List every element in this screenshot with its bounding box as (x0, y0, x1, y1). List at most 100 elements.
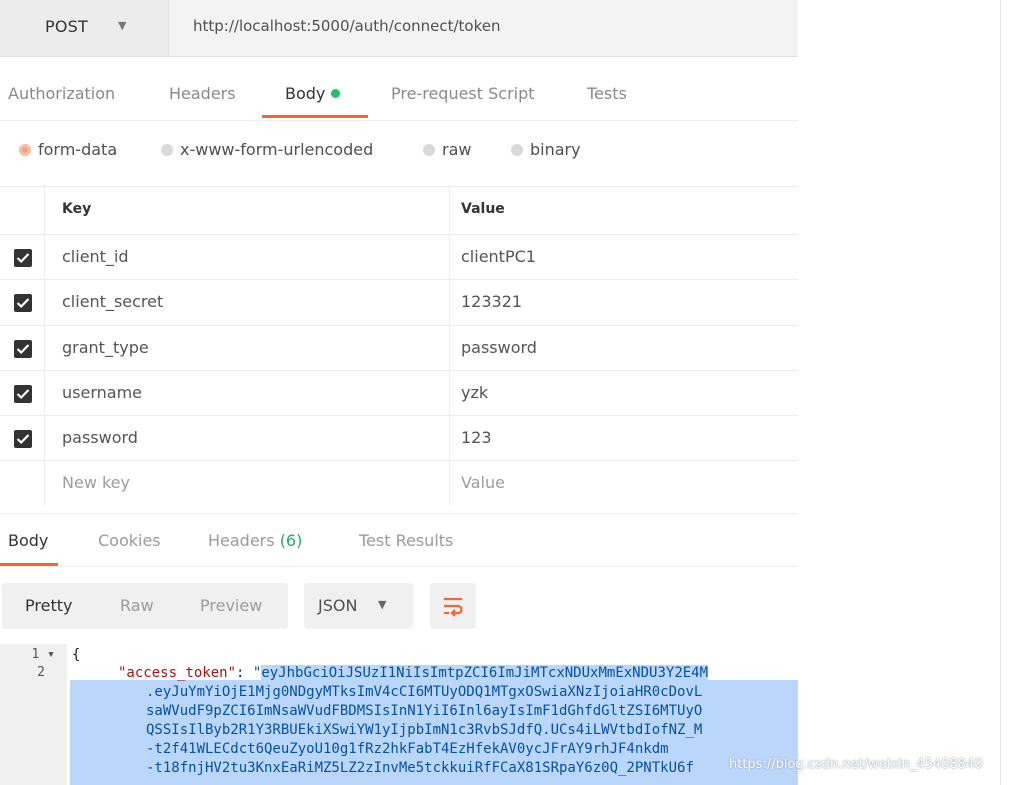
radio-selected-icon (19, 143, 31, 156)
new-key-placeholder: New key (62, 473, 130, 492)
key-text: password (62, 428, 138, 447)
body-type-selector: form-data x-www-form-urlencoded raw bina… (0, 136, 798, 170)
line-number: 1 ▾ (32, 647, 55, 662)
check-icon (16, 434, 30, 445)
value-cell[interactable]: clientPC1 (450, 235, 798, 280)
tab-cookies[interactable]: Cookies (98, 531, 161, 550)
line-number-2: 2 (37, 665, 45, 680)
radio-form-data[interactable]: form-data (19, 140, 117, 159)
radio-unselected-icon (511, 143, 523, 156)
key-cell[interactable]: client_secret (44, 280, 450, 325)
tab-body[interactable]: Body (285, 84, 341, 103)
radio-label: x-www-form-urlencoded (180, 140, 374, 159)
row-check-cell (0, 461, 45, 506)
tab-response-headers[interactable]: Headers (6) (208, 531, 302, 550)
header-value: Value (461, 201, 505, 217)
table-row: username yzk (0, 370, 798, 416)
tab-body-label: Body (285, 84, 326, 103)
view-pretty-button[interactable]: Pretty (25, 596, 72, 615)
postman-app: POST ▼ http://localhost:5000/auth/connec… (0, 0, 798, 785)
row-check-cell (0, 280, 45, 325)
key-cell[interactable]: username (44, 371, 450, 416)
tab-tests[interactable]: Tests (587, 84, 627, 103)
check-icon (16, 253, 30, 264)
json-string-continuation: QSSIsIlByb2R1Y3RBUEkiXSwiYW1yIjpbImN1c3R… (146, 722, 703, 738)
header-check-cell (0, 187, 45, 232)
key-text: grant_type (62, 338, 149, 357)
watermark-text: https://blog.csdn.net/weixin_45408840 (729, 757, 983, 772)
radio-unselected-icon (161, 143, 173, 156)
json-string-continuation: -t18fnjHV2tu3KnxEaRiMZ5LZ2zInvMe5tckkuiR… (146, 760, 694, 776)
empty-panel (798, 0, 1013, 785)
new-value-placeholder: Value (461, 473, 505, 492)
key-cell[interactable]: grant_type (44, 326, 450, 371)
view-mode-segmented: Pretty Raw Preview (2, 583, 288, 629)
caret-down-icon: ▼ (118, 19, 127, 32)
check-icon (16, 298, 30, 309)
wrap-lines-button[interactable] (430, 583, 476, 629)
request-url-bar: POST ▼ http://localhost:5000/auth/connec… (0, 0, 798, 57)
tab-authorization[interactable]: Authorization (8, 84, 115, 103)
key-text: username (62, 383, 142, 402)
row-check-cell (0, 235, 45, 280)
checkbox-checked[interactable] (14, 249, 32, 267)
tab-response-body[interactable]: Body (8, 531, 48, 550)
tab-test-results[interactable]: Test Results (359, 531, 453, 550)
url-input[interactable]: http://localhost:5000/auth/connect/token (193, 17, 501, 35)
radio-label: form-data (38, 140, 118, 159)
checkbox-checked[interactable] (14, 385, 32, 403)
line-number-gutter: 1 ▾ 2 (0, 644, 67, 785)
header-value-cell: Value (450, 187, 798, 232)
json-string-continuation: .eyJuYmYiOjE1Mjg0NDgyMTksImV4cCI6MTUyODQ… (146, 684, 703, 700)
tab-headers-label: Headers (208, 531, 275, 550)
response-body-viewer[interactable]: 1 ▾ 2 { "access_token": "eyJhbGciOiJSUzI… (0, 644, 798, 785)
method-dropdown[interactable]: POST ▼ (0, 0, 169, 56)
table-row: password 123 (0, 415, 798, 461)
view-preview-button[interactable]: Preview (200, 596, 262, 615)
checkbox-checked[interactable] (14, 294, 32, 312)
radio-label: raw (442, 140, 472, 159)
status-dot-icon (331, 89, 341, 98)
json-colon: : (236, 665, 253, 681)
key-cell[interactable]: password (44, 416, 450, 461)
radio-binary[interactable]: binary (511, 140, 581, 159)
value-cell[interactable]: yzk (450, 371, 798, 416)
radio-x-www-form-urlencoded[interactable]: x-www-form-urlencoded (161, 140, 373, 159)
radio-raw[interactable]: raw (423, 140, 471, 159)
new-value-input[interactable]: Value (450, 461, 798, 506)
tab-headers[interactable]: Headers (169, 84, 236, 103)
line-number-1: 1 (31, 647, 40, 662)
check-icon (16, 389, 30, 400)
format-dropdown[interactable]: JSON ▼ (304, 583, 413, 629)
method-label: POST (45, 17, 88, 36)
value-text: clientPC1 (461, 247, 536, 266)
json-open-brace: { (72, 647, 81, 663)
checkbox-checked[interactable] (14, 340, 32, 358)
value-text: 123321 (461, 292, 523, 311)
fold-marker-icon[interactable]: ▾ (47, 647, 55, 662)
json-key: "access_token" (118, 665, 237, 681)
value-cell[interactable]: 123 (450, 416, 798, 461)
value-cell[interactable]: 123321 (450, 280, 798, 325)
row-check-cell (0, 416, 45, 461)
format-label: JSON (318, 596, 358, 615)
radio-unselected-icon (423, 143, 435, 156)
active-tab-indicator (0, 563, 58, 566)
row-check-cell (0, 371, 45, 416)
key-cell[interactable]: client_id (44, 235, 450, 280)
new-key-input[interactable]: New key (44, 461, 450, 506)
value-text: password (461, 338, 537, 357)
new-param-row: New key Value (0, 460, 798, 506)
value-cell[interactable]: password (450, 326, 798, 371)
active-tab-indicator (262, 115, 368, 118)
value-text: 123 (461, 428, 492, 447)
json-string-continuation: saWVudF9pZCI6ImNsaWVudFBDMSIsInN1YiI6Inl… (146, 703, 703, 719)
tab-pre-request-script[interactable]: Pre-request Script (391, 84, 535, 103)
table-row: grant_type password (0, 325, 798, 371)
key-text: client_id (62, 247, 129, 266)
table-row: client_secret 123321 (0, 279, 798, 325)
checkbox-checked[interactable] (14, 430, 32, 448)
view-raw-button[interactable]: Raw (120, 596, 154, 615)
divider (1000, 0, 1001, 785)
row-check-cell (0, 326, 45, 371)
